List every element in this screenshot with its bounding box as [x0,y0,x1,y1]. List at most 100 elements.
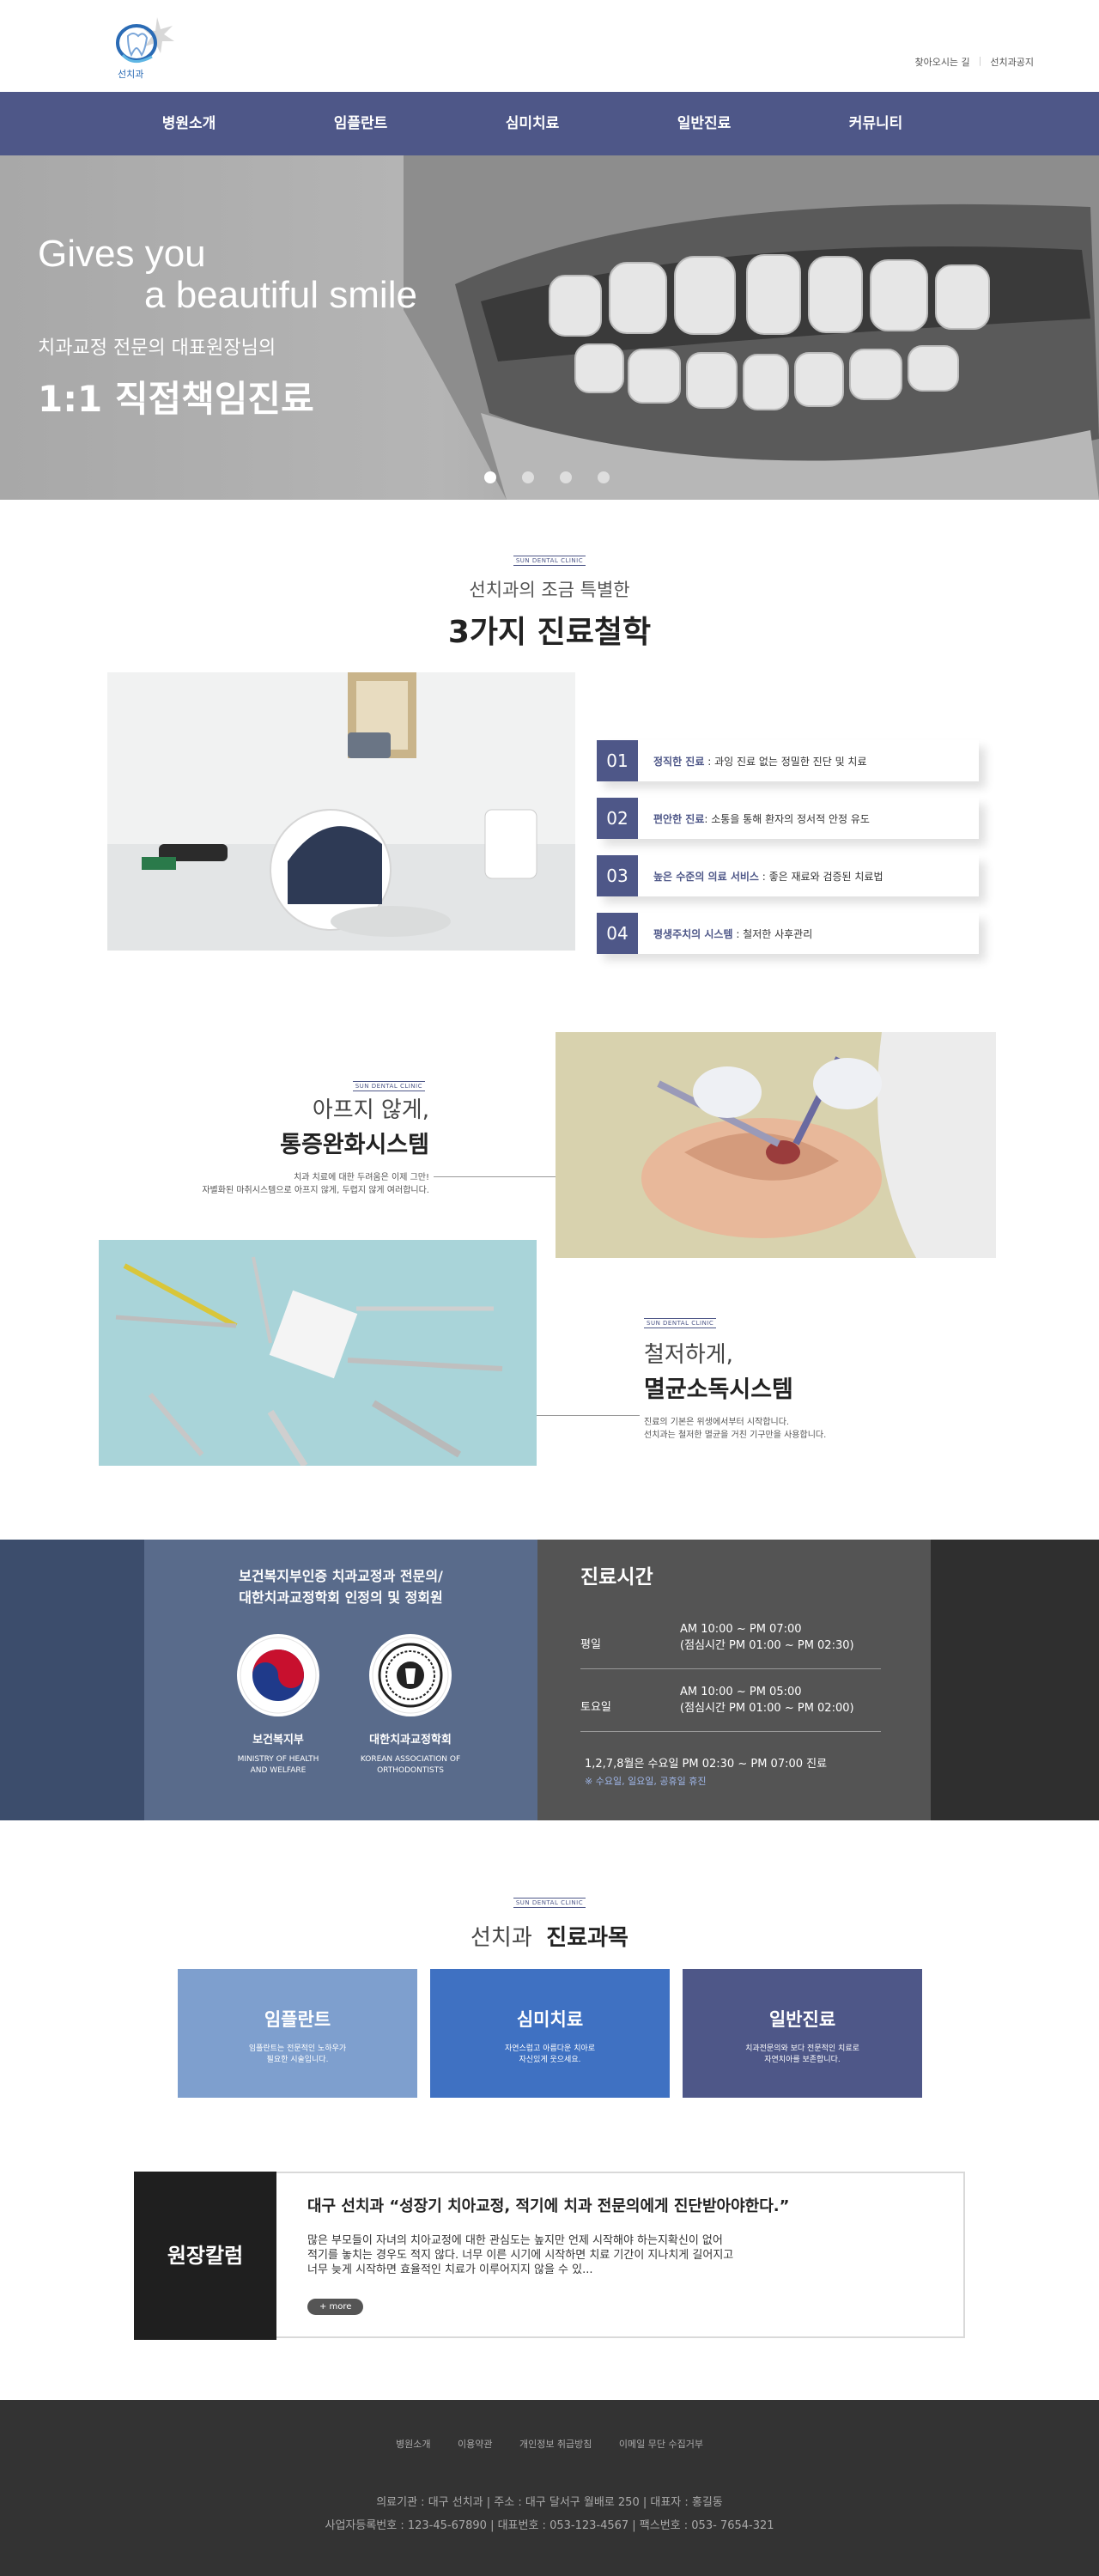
dept-name: 임플란트 [264,2009,331,2030]
org1-english: MINISTRY OF HEALTH AND WELFARE [237,1755,319,1775]
hours-note: 1,2,7,8월은 수요일 PM 02:30 ~ PM 07:00 진료 [585,1758,828,1771]
nav-item-community[interactable]: 커뮤니티 [790,92,962,155]
pain-relief-text: 아프지 않게, 통증완화시스템 치과 치료에 대한 두려움은 이제 그만! 자별화… [172,1084,429,1197]
nav-item-about[interactable]: 병원소개 [103,92,275,155]
slider-dots [484,471,610,483]
dept-card-implant[interactable]: 임플란트 임플란트는 전문적인 노하우가 필요한 시술입니다. [178,1969,417,2098]
orthodontists-seal [369,1634,452,1716]
hours-row-saturday: 토요일 AM 10:00 ~ PM 05:00 (점심시간 PM 01:00 ~ … [580,1684,881,1732]
philosophy-item-number: 01 [597,740,638,781]
nav-item-general[interactable]: 일반진료 [618,92,790,155]
util-link-directions[interactable]: 찾아오시는 길 [914,55,969,69]
footer-info-line-2: 사업자등록번호 : 123-45-67890 | 대표번호 : 053-123-… [325,2519,774,2532]
footer-link-about[interactable]: 병원소개 [396,2439,430,2450]
main-navigation: 병원소개 임플란트 심미치료 일반진료 커뮤니티 [0,92,1099,155]
connector-line [537,1415,640,1416]
org2-name: 대한치과교정학회 [369,1734,452,1747]
site-footer: 병원소개 이용약관 개인정보 취급방침 이메일 무단 수집거부 의료기관 : 대… [0,2400,1099,2576]
smile-image [404,155,1099,500]
director-column: 원장칼럼 대구 선치과 “성장기 치아교정, 적기에 치과 전문의에게 진단받아… [134,2172,965,2340]
feature-line-1: 아프지 않게, [312,1097,429,1123]
sterilization-feature: SUN DENTAL CLINIC 철저하게, 멸균소독시스템 진료의 기본은 … [644,1312,902,1442]
dept-description: 치과전문의와 보다 전문적인 치료로 자연치아를 보존합니다. [745,2044,859,2064]
more-button[interactable]: + more [307,2299,364,2315]
philosophy-item-number: 04 [597,913,638,954]
nav-item-implant[interactable]: 임플란트 [275,92,446,155]
column-label: 원장칼럼 [134,2172,276,2340]
taeguk-icon [240,1637,317,1714]
dept-description: 임플란트는 전문적인 노하우가 필요한 시술입니다. [248,2044,347,2064]
hero-line-2: a beautiful smile [144,274,417,316]
slider-dot-3[interactable] [560,471,572,483]
footer-link-terms[interactable]: 이용약관 [458,2439,492,2450]
treatment-photo [556,1032,996,1258]
hero-banner: Gives you a beautiful smile 치과교정 전문의 대표원… [0,155,1099,500]
footer-links: 병원소개 이용약관 개인정보 취급방침 이메일 무단 수집거부 [0,2437,1099,2451]
band-left-panel [0,1540,144,1820]
philosophy-item-text: 편안한 진료: 소통을 통해 환자의 정서적 안정 유도 [653,812,870,825]
philosophy-item: 01 정직한 진료 : 과잉 진료 없는 정밀한 진단 및 치료 [597,740,979,781]
feature-description: 치과 치료에 대한 두려움은 이제 그만! 자별화된 마취시스템으로 아프지 않게… [202,1173,429,1195]
weekday-label: 평일 [580,1638,601,1651]
utility-links: 찾아오시는 길 | 선치과공지 [914,55,1034,69]
hero-line-3: 치과교정 전문의 대표원장님의 [38,337,276,359]
dept-name: 심미치료 [516,2009,584,2030]
departments-heading: SUN DENTAL CLINIC 선치과 진료과목 [0,1892,1099,1952]
certification-title: 보건복지부인증 치과교정과 전문의/대한치과교정학회 인정의 및 정회원 [239,1568,443,1606]
philosophy-list: 01 정직한 진료 : 과잉 진료 없는 정밀한 진단 및 치료 02 편안한 … [597,740,979,970]
dept-name: 일반진료 [768,2009,836,2030]
philosophy-item: 02 편안한 진료: 소통을 통해 환자의 정서적 안정 유도 [597,798,979,839]
clinic-tag: SUN DENTAL CLINIC [644,1318,717,1328]
departments-title: 선치과 진료과목 [471,1925,628,1951]
clinic-tag: SUN DENTAL CLINIC [513,556,586,566]
footer-link-email-policy[interactable]: 이메일 무단 수집거부 [619,2439,703,2450]
org2-english: KOREAN ASSOCIATION OF ORTHODONTISTS [360,1755,461,1775]
dept-card-general[interactable]: 일반진료 치과전문의와 보다 전문적인 치료로 자연치아를 보존합니다. [683,1969,922,2098]
philosophy-item-number: 02 [597,798,638,839]
philosophy-subtitle: 선치과의 조금 특별한 [469,580,630,600]
util-link-notice[interactable]: 선치과공지 [990,55,1034,69]
footer-link-privacy[interactable]: 개인정보 취급방침 [519,2439,592,2450]
dept-description: 자연스럽고 아름다운 치아로 자신있게 웃으세요. [504,2044,596,2064]
feature-description: 진료의 기본은 위생에서부터 시작합니다. 선치과는 철저한 멸균을 거친 기구만… [644,1418,827,1440]
clinic-tag: SUN DENTAL CLINIC [513,1898,586,1908]
instruments-photo [99,1240,537,1466]
slider-dot-4[interactable] [598,471,610,483]
ministry-emblem [237,1634,319,1716]
footer-info-line-1: 의료기관 : 대구 선치과 | 주소 : 대구 달서구 월배로 250 | 대표… [376,2496,723,2509]
feature-line-1: 철저하게, [644,1342,733,1368]
saturday-value: AM 10:00 ~ PM 05:00 (점심시간 PM 01:00 ~ PM 0… [680,1686,854,1715]
philosophy-title: 3가지 진료철학 [447,615,652,650]
hours-title: 진료시간 [580,1566,653,1589]
feature-line-2: 멸균소독시스템 [644,1376,793,1403]
connector-line [434,1176,556,1177]
philosophy-item-text: 높은 수준의 의료 서비스 : 좋은 재료와 검증된 치료법 [653,870,883,883]
philosophy-item-number: 03 [597,855,638,896]
hero-line-1: Gives you [38,233,206,275]
philosophy-item: 04 평생주치의 시스템 : 철저한 사후관리 [597,913,979,954]
hours-row-weekday: 평일 AM 10:00 ~ PM 07:00 (점심시간 PM 01:00 ~ P… [580,1621,881,1669]
info-band: 보건복지부인증 치과교정과 전문의/대한치과교정학회 인정의 및 정회원 보건복… [0,1540,1099,1820]
dept-card-aesthetic[interactable]: 심미치료 자연스럽고 아름다운 치아로 자신있게 웃으세요. [430,1969,670,2098]
column-title[interactable]: 대구 선치과 “성장기 치아교정, 적기에 치과 전문의에게 진단받아야한다.” [307,2194,789,2216]
logo-text: 선치과 [118,69,144,80]
philosophy-item-text: 정직한 진료 : 과잉 진료 없는 정밀한 진단 및 치료 [653,755,867,768]
slider-dot-2[interactable] [522,471,534,483]
certification-panel: 보건복지부인증 치과교정과 전문의/대한치과교정학회 인정의 및 정회원 보건복… [144,1540,537,1820]
dental-chair-photo [107,672,575,951]
clinic-logo[interactable]: 선치과 [107,10,185,88]
saturday-label: 토요일 [580,1701,611,1714]
org1-name: 보건복지부 [252,1734,304,1747]
weekday-value: AM 10:00 ~ PM 07:00 (점심시간 PM 01:00 ~ PM 0… [680,1623,854,1652]
philosophy-heading: SUN DENTAL CLINIC 선치과의 조금 특별한 3가지 진료철학 [0,550,1099,652]
hours-panel: 진료시간 평일 AM 10:00 ~ PM 07:00 (점심시간 PM 01:0… [537,1540,931,1820]
footer-info: 의료기관 : 대구 선치과 | 주소 : 대구 달서구 월배로 250 | 대표… [0,2491,1099,2537]
band-right-panel [931,1540,1099,1820]
philosophy-item: 03 높은 수준의 의료 서비스 : 좋은 재료와 검증된 치료법 [597,855,979,896]
nav-item-aesthetic[interactable]: 심미치료 [446,92,618,155]
site-header: 선치과 찾아오시는 길 | 선치과공지 [0,0,1099,92]
util-separator: | [978,55,982,66]
slider-dot-1[interactable] [484,471,496,483]
closed-days-note: ※ 수요일, 일요일, 공휴일 휴진 [585,1776,707,1787]
feature-line-2: 통증완화시스템 [280,1132,429,1158]
